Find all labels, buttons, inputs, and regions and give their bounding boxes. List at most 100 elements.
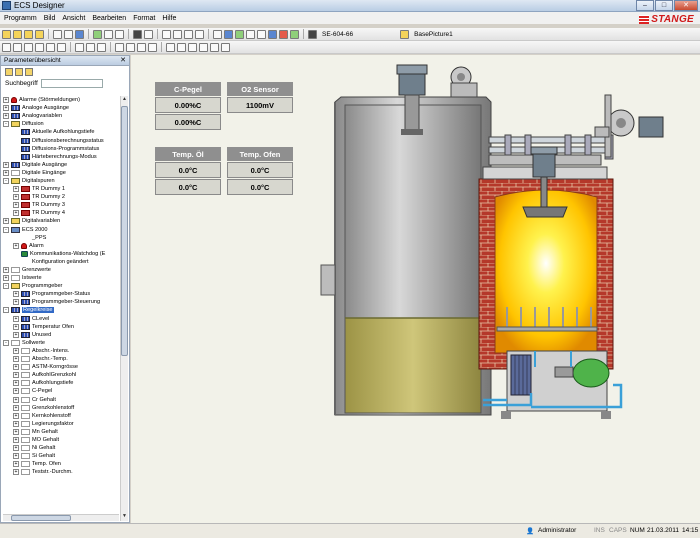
save-all-icon[interactable] — [24, 29, 33, 39]
expand-icon[interactable]: + — [13, 380, 19, 387]
center-h-icon[interactable] — [137, 42, 146, 52]
tree-item[interactable]: + Abschr.-Intens. — [3, 347, 118, 355]
search-input[interactable] — [40, 79, 103, 88]
expand-icon[interactable]: + — [13, 453, 19, 460]
tree-scrollbar[interactable]: ▲ ▼ — [120, 96, 128, 521]
tree-item[interactable]: Diffusions-Programmstatus — [3, 145, 118, 153]
text-tool-icon[interactable] — [224, 29, 233, 39]
print-icon[interactable] — [104, 29, 113, 39]
tree-item[interactable]: - ECS 2000 — [3, 226, 118, 234]
align-right-icon[interactable] — [24, 42, 33, 52]
expand-icon[interactable]: + — [13, 299, 19, 306]
tree-hscrollbar[interactable] — [3, 514, 119, 521]
tree-item[interactable]: + ASTM-Korngrösse — [3, 363, 118, 371]
bar-tool-icon[interactable] — [279, 29, 288, 39]
zoom-icon[interactable] — [195, 29, 204, 39]
button-tool-icon[interactable] — [268, 29, 277, 39]
expand-icon[interactable]: + — [13, 436, 19, 443]
hscroll-thumb[interactable] — [11, 515, 71, 521]
line-tool-icon[interactable] — [246, 29, 255, 39]
tree-item[interactable]: Kommunikations-Watchdog (E — [3, 250, 118, 258]
align-top-icon[interactable] — [35, 42, 44, 52]
redo-icon[interactable] — [173, 29, 182, 39]
expand-icon[interactable]: + — [13, 323, 19, 330]
tree-item[interactable]: - Diffusion — [3, 120, 118, 128]
sort-icon[interactable] — [5, 68, 13, 76]
menu-bild[interactable]: Bild — [44, 15, 56, 22]
menu-programm[interactable]: Programm — [4, 15, 37, 22]
tree-item[interactable]: + Alarm — [3, 242, 118, 250]
tree-item[interactable]: Diffusionsberechnungsstatus — [3, 136, 118, 144]
design-canvas[interactable]: C-Pegel 0.00%C 0.00%C O2 Sensor 1100mV T… — [131, 55, 700, 523]
align-middle-icon[interactable] — [46, 42, 55, 52]
expand-icon[interactable]: + — [13, 356, 19, 363]
expand-icon[interactable]: + — [13, 461, 19, 468]
tree-item[interactable]: + Istwerte — [3, 274, 118, 282]
trend-tool-icon[interactable] — [290, 29, 299, 39]
collapse-icon[interactable]: - — [3, 283, 9, 290]
tree-item[interactable]: + TR Dummy 4 — [3, 209, 118, 217]
copy-icon[interactable] — [64, 29, 73, 39]
save-icon[interactable] — [75, 29, 84, 39]
expand-icon[interactable]: + — [13, 347, 19, 354]
scroll-thumb[interactable] — [121, 106, 128, 356]
bring-front-icon[interactable] — [166, 42, 175, 52]
tree-item[interactable]: + Cr Gehalt — [3, 395, 118, 403]
scroll-up-icon[interactable]: ▲ — [121, 96, 128, 104]
tree-item[interactable]: + Digitale Ausgänge — [3, 161, 118, 169]
align-center-icon[interactable] — [13, 42, 22, 52]
expand-icon[interactable]: + — [13, 396, 19, 403]
tree-item[interactable]: - Sollwerte — [3, 339, 118, 347]
expand-icon[interactable]: + — [13, 331, 19, 338]
open-icon[interactable] — [13, 29, 22, 39]
collapse-icon[interactable]: - — [3, 226, 9, 233]
expand-icon[interactable]: + — [3, 169, 9, 176]
expand-icon[interactable]: + — [13, 194, 19, 201]
minimize-button[interactable]: – — [636, 0, 654, 11]
panel-close-icon[interactable]: ✕ — [120, 56, 126, 66]
tree-item[interactable]: + Analogvariablen — [3, 112, 118, 120]
align-left-icon[interactable] — [2, 42, 11, 52]
tree-item[interactable]: + TR Dummy 3 — [3, 201, 118, 209]
tree-item[interactable]: + Temperatur Ofen — [3, 323, 118, 331]
tree-item[interactable]: + Analoge Ausgänge — [3, 104, 118, 112]
space-v-icon[interactable] — [126, 42, 135, 52]
controller-label[interactable]: SE-604-66 — [322, 31, 353, 38]
tree-item[interactable]: + MO Gehalt — [3, 436, 118, 444]
tree-item[interactable]: Konfiguration geändert — [3, 258, 118, 266]
menu-ansicht[interactable]: Ansicht — [62, 15, 85, 22]
expand-icon[interactable]: + — [3, 161, 9, 168]
tree-item[interactable]: + Alarme (Störmeldungen) — [3, 96, 118, 104]
image-tool-icon[interactable] — [235, 29, 244, 39]
tree-item[interactable]: + AufkohlGrenzkohl — [3, 371, 118, 379]
menu-format[interactable]: Format — [133, 15, 155, 22]
collapse-icon[interactable]: - — [3, 121, 9, 128]
expand-icon[interactable]: + — [13, 445, 19, 452]
tree-item[interactable]: + Grenzkohlenstoff — [3, 404, 118, 412]
grid-icon[interactable] — [221, 42, 230, 52]
tree-item[interactable]: _PPS — [3, 234, 118, 242]
expand-icon[interactable]: + — [13, 469, 19, 476]
tree-item[interactable]: + Digitalvariablen — [3, 217, 118, 225]
tree-item[interactable]: + Ni Gehalt — [3, 444, 118, 452]
tree-item[interactable]: + Legierungsfaktor — [3, 420, 118, 428]
expand-icon[interactable]: + — [13, 372, 19, 379]
expand-icon[interactable]: + — [13, 404, 19, 411]
menu-bearbeiten[interactable]: Bearbeiten — [92, 15, 126, 22]
collapse-icon[interactable]: - — [3, 177, 9, 184]
expand-icon[interactable]: + — [13, 388, 19, 395]
expand-icon[interactable]: + — [3, 267, 9, 274]
scroll-down-icon[interactable]: ▼ — [121, 513, 128, 521]
tree-item[interactable]: + Si Gehalt — [3, 452, 118, 460]
space-h-icon[interactable] — [115, 42, 124, 52]
expand-icon[interactable]: + — [3, 105, 9, 112]
undo-icon[interactable] — [162, 29, 171, 39]
same-size-icon[interactable] — [97, 42, 106, 52]
delete-icon[interactable] — [184, 29, 193, 39]
rect-tool-icon[interactable] — [257, 29, 266, 39]
tree-item[interactable]: + Aufkohlungstiefe — [3, 379, 118, 387]
tree-item[interactable]: + Teststr.-Durchm. — [3, 468, 118, 476]
tree-item[interactable]: + Mn Gehalt — [3, 428, 118, 436]
expand-icon[interactable]: + — [13, 186, 19, 193]
pointer-icon[interactable] — [213, 29, 222, 39]
